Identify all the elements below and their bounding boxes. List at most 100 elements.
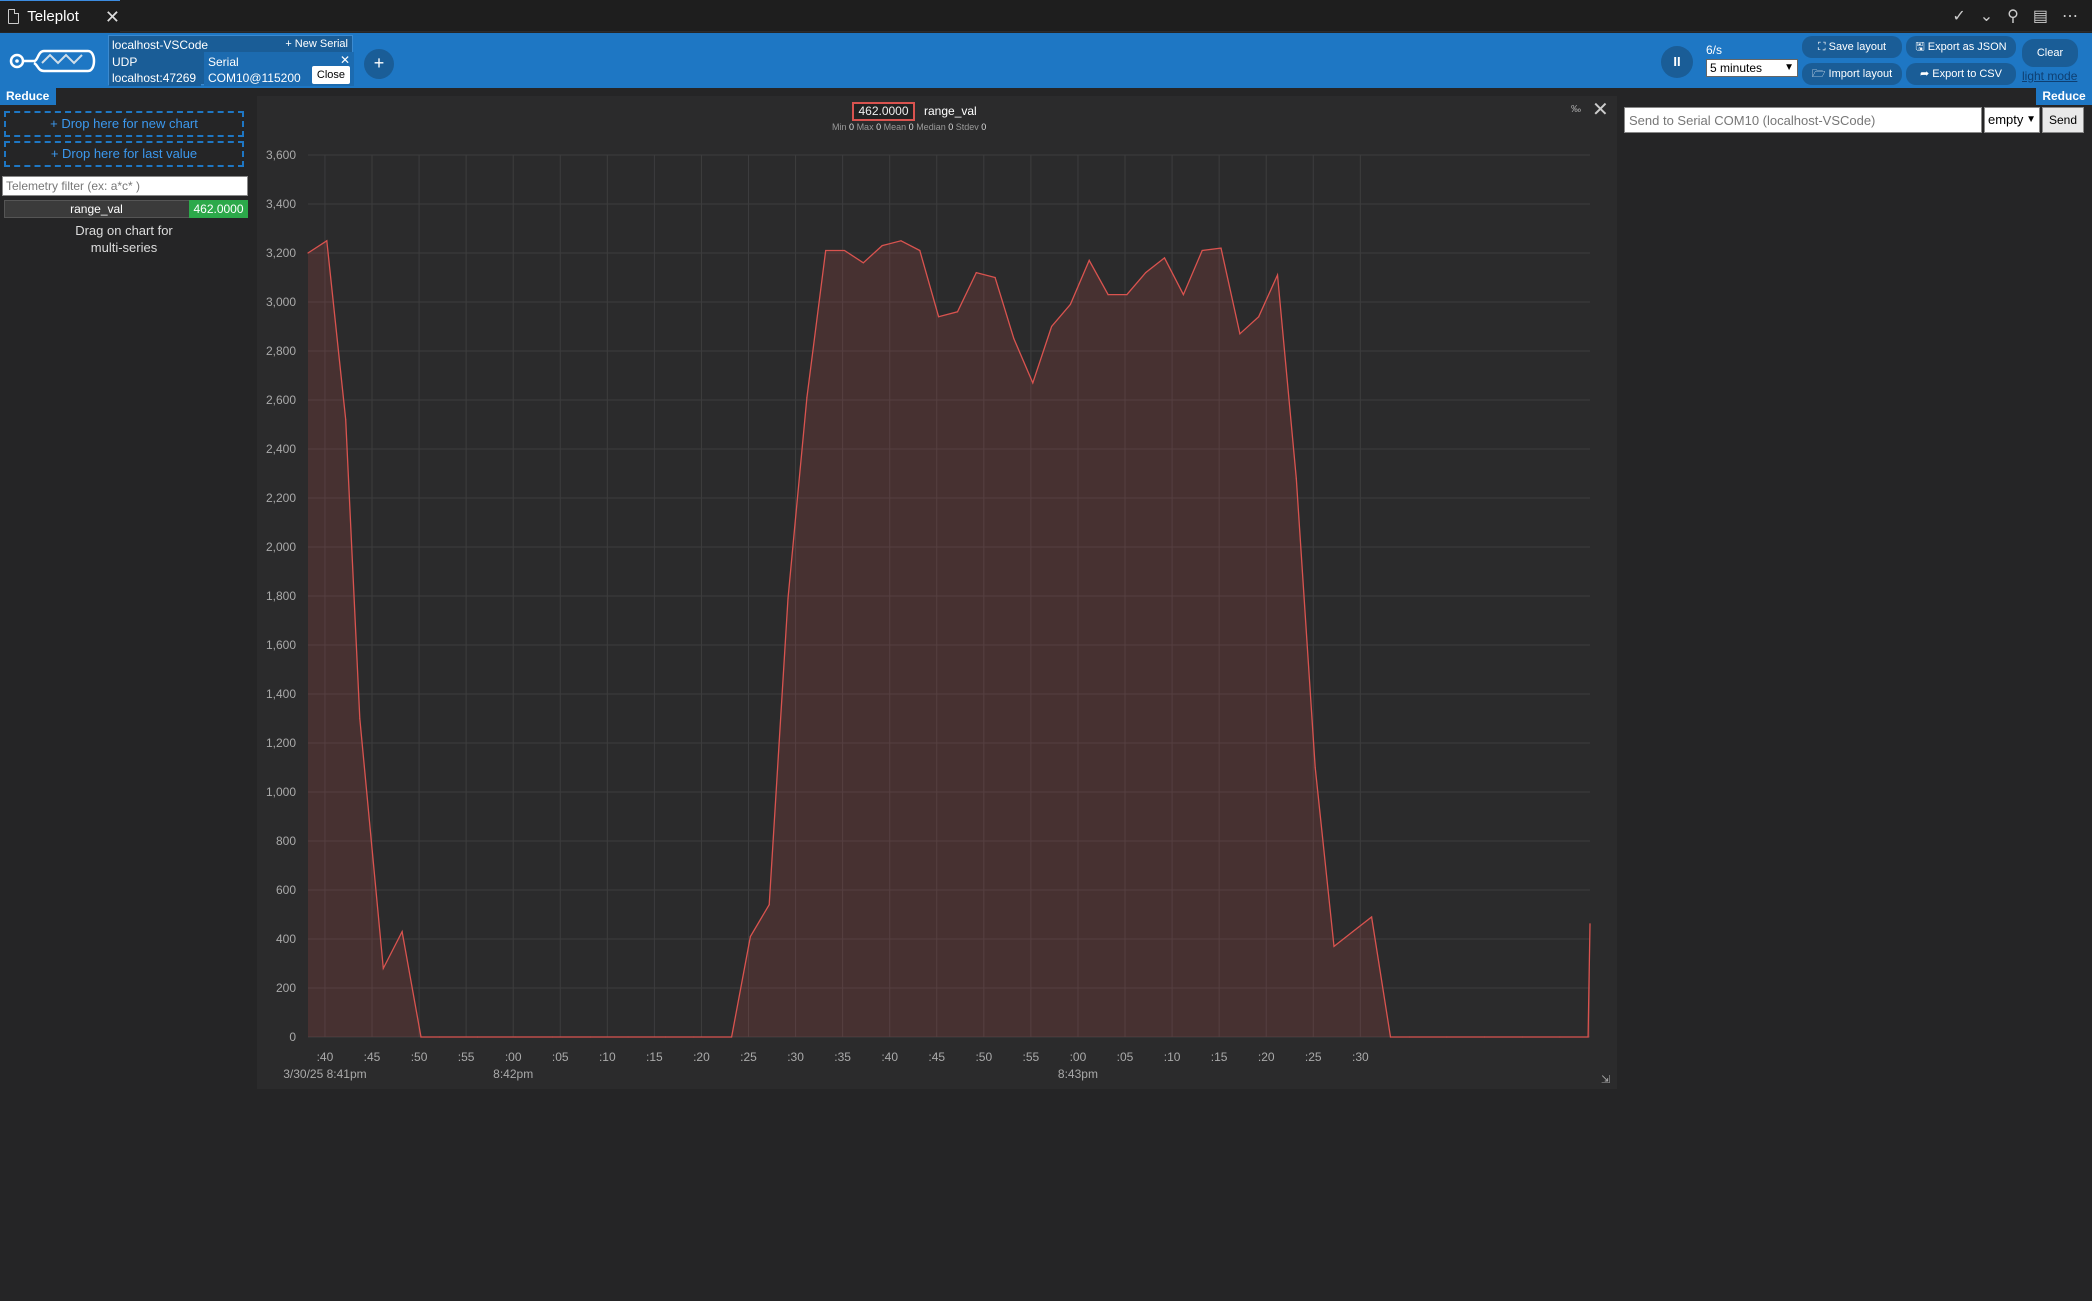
data-point	[787, 597, 789, 600]
data-point	[1559, 1036, 1561, 1038]
y-tick-label: 2,600	[266, 393, 296, 407]
stat-mean: 0	[908, 122, 914, 132]
udp-label: UDP	[112, 55, 138, 69]
stat-min: 0	[849, 122, 855, 132]
light-mode-link[interactable]: light mode	[2022, 69, 2077, 83]
data-point	[938, 316, 940, 318]
debug-icon[interactable]: ⚲	[2007, 6, 2019, 26]
telemetry-name: range_val	[70, 202, 123, 216]
data-point	[420, 1036, 422, 1038]
data-point	[862, 262, 864, 264]
clear-button[interactable]: Clear	[2022, 39, 2078, 67]
y-tick-label: 400	[276, 932, 296, 946]
export-csv-button[interactable]: ➦ Export to CSV	[1906, 63, 2016, 85]
x-tick-label: :45	[928, 1050, 945, 1064]
data-rate: 6/s	[1706, 43, 1723, 57]
y-tick-label: 1,200	[266, 736, 296, 750]
pause-button[interactable]: II	[1661, 46, 1693, 78]
x-tick-label: :30	[1352, 1050, 1369, 1064]
legend-series-name: range_val	[924, 104, 977, 118]
data-point	[1163, 257, 1166, 259]
teleplot-tab[interactable]: Teleplot ✕	[0, 0, 120, 32]
stat-stdev-label: Stdev	[955, 122, 979, 132]
more-actions-icon[interactable]: ⋯	[2062, 6, 2078, 26]
data-point	[1521, 1036, 1523, 1038]
line-ending-select[interactable]: empty ▼	[1984, 107, 2040, 133]
data-point	[552, 1036, 554, 1038]
data-point	[627, 1036, 629, 1038]
import-layout-button[interactable]: 🗁 Import layout	[1802, 63, 1902, 85]
x-tick-label: :00	[1070, 1050, 1087, 1064]
x-tick-label: :25	[740, 1050, 757, 1064]
x-tick-label: :15	[1211, 1050, 1228, 1064]
data-point	[956, 311, 959, 313]
x-tick-label: :35	[834, 1050, 851, 1064]
data-point	[1295, 477, 1297, 479]
data-point	[1220, 247, 1222, 249]
data-point	[401, 931, 403, 933]
data-point	[1032, 382, 1034, 384]
x-tick-label: :40	[317, 1050, 334, 1064]
check-icon[interactable]: ✓	[1952, 6, 1965, 26]
data-point	[1050, 325, 1053, 328]
data-point	[1371, 916, 1373, 918]
stat-stdev: 0	[981, 122, 987, 132]
tab-close-icon[interactable]: ✕	[105, 8, 120, 26]
resize-handle-icon[interactable]: ⇲	[1601, 1073, 1610, 1086]
x-tick-label: :10	[599, 1050, 616, 1064]
y-tick-label: 200	[276, 981, 296, 995]
reset-zoom-icon[interactable]: ‰	[1571, 104, 1581, 115]
close-serial-button[interactable]: Close	[311, 66, 350, 84]
data-point	[825, 249, 827, 252]
chevron-down-icon[interactable]: ⌄	[1980, 6, 1993, 26]
chevron-down-icon: ▼	[1784, 62, 1794, 73]
data-point	[1276, 274, 1279, 276]
x-tick-label: :00	[505, 1050, 522, 1064]
data-point	[1352, 931, 1354, 933]
x-tick-label: :55	[1023, 1050, 1040, 1064]
y-tick-label: 1,600	[266, 638, 296, 652]
y-tick-label: 600	[276, 883, 296, 897]
add-connection-button[interactable]: +	[364, 49, 394, 79]
data-point	[1145, 272, 1147, 274]
x-tick-label: :50	[975, 1050, 992, 1064]
data-point	[1389, 1036, 1392, 1038]
data-point	[1107, 294, 1109, 296]
telemetry-filter-input[interactable]	[2, 176, 248, 196]
x-tick-label: :45	[364, 1050, 381, 1064]
new-serial-button[interactable]: + New Serial	[285, 38, 348, 50]
stat-mean-label: Mean	[883, 122, 907, 132]
reduce-right-button[interactable]: Reduce	[2036, 88, 2092, 105]
data-point	[1069, 303, 1072, 306]
time-window-select[interactable]: 5 minutes ▼	[1706, 59, 1798, 77]
editor-tab-bar: Teleplot ✕ ✓ ⌄ ⚲ ▤ ⋯	[0, 0, 2092, 32]
y-tick-label: 800	[276, 834, 296, 848]
x-tick-label: :05	[1117, 1050, 1134, 1064]
data-point	[1314, 766, 1316, 769]
export-json-button[interactable]: 🖫 Export as JSON	[1906, 36, 2016, 58]
close-chart-icon[interactable]: ✕	[1592, 100, 1609, 120]
telemetry-item-range-val[interactable]: range_val 462.0000	[4, 200, 248, 218]
save-layout-button[interactable]: ⛶ Save layout	[1802, 36, 1902, 58]
x-date-label: 8:42pm	[493, 1067, 533, 1081]
y-tick-label: 0	[289, 1030, 296, 1044]
y-tick-label: 1,800	[266, 589, 296, 603]
split-layout-icon[interactable]: ▤	[2033, 6, 2048, 26]
data-point	[768, 904, 770, 906]
send-button[interactable]: Send	[2042, 107, 2084, 133]
series-area-range-val	[308, 240, 1590, 1038]
drop-zone-last-value[interactable]: + Drop here for last value	[4, 141, 244, 167]
data-point	[1483, 1036, 1486, 1038]
data-point	[326, 240, 328, 242]
stat-max-label: Max	[856, 122, 874, 132]
x-tick-label: :20	[1258, 1050, 1275, 1064]
data-point	[1333, 945, 1335, 947]
connection-name: localhost-VSCode	[112, 38, 209, 52]
serial-send-input[interactable]	[1624, 107, 1982, 133]
x-tick-label: :55	[458, 1050, 475, 1064]
reduce-left-button[interactable]: Reduce	[0, 88, 56, 105]
legend-value: 462.0000	[852, 102, 915, 121]
drop-zone-new-chart[interactable]: + Drop here for new chart	[4, 111, 244, 137]
drag-hint: Drag on chart for multi-series	[44, 222, 204, 256]
chart-plot[interactable]: 0 200 400 600 800 1,000 1,200 1,400 1,600 1,800 2,…	[257, 96, 1617, 1089]
